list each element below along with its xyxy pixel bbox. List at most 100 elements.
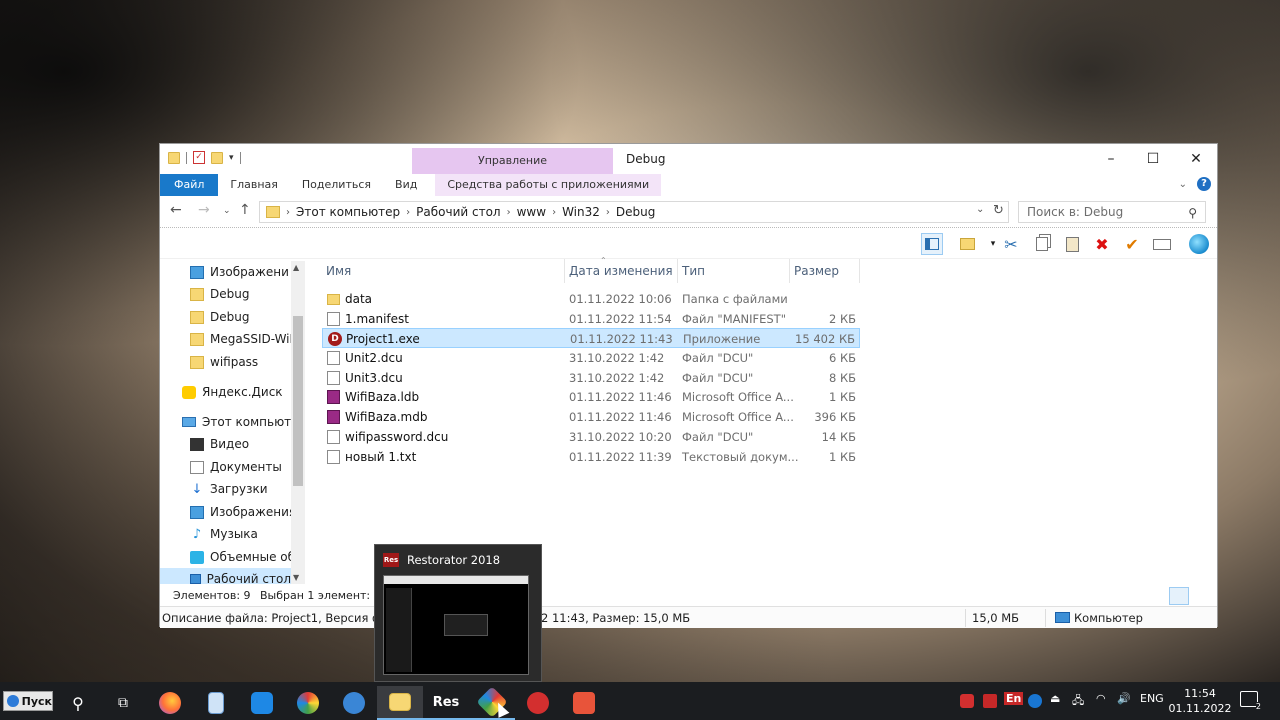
- breadcrumb-item[interactable]: Win32: [562, 205, 600, 219]
- sidebar-item-music[interactable]: ♪ Музыка: [190, 523, 258, 545]
- chevron-right-icon[interactable]: ›: [406, 207, 410, 218]
- tab-application-tools[interactable]: Средства работы с приложениями: [435, 174, 662, 196]
- table-row[interactable]: новый 1.txt 01.11.2022 11:39 Текстовый док…: [322, 447, 860, 467]
- customize-quick-access-icon[interactable]: ▾: [229, 153, 234, 163]
- network-app-icon[interactable]: [331, 686, 377, 720]
- wifi-icon[interactable]: ◠: [1096, 692, 1106, 705]
- rename-icon[interactable]: [1151, 233, 1173, 255]
- tray-app-icon[interactable]: [983, 694, 997, 708]
- help-icon[interactable]: ?: [1197, 177, 1211, 191]
- table-row[interactable]: Unit2.dcu 31.10.2022 1:42 Файл "DCU" 6 КБ: [322, 348, 860, 368]
- table-row[interactable]: data 01.11.2022 10:06 Папка с файлами: [322, 289, 860, 309]
- network-icon[interactable]: 🖧: [1072, 692, 1084, 711]
- search-input[interactable]: Поиск в: Debug ⚲: [1018, 201, 1206, 223]
- tray-app-icon[interactable]: [960, 694, 974, 708]
- recent-locations-icon[interactable]: ⌄: [223, 206, 231, 216]
- chevron-down-icon[interactable]: ⌄: [1179, 179, 1187, 190]
- delete-icon[interactable]: ✖: [1091, 233, 1113, 255]
- properties-icon[interactable]: ✓: [193, 151, 205, 164]
- chevron-right-icon[interactable]: ›: [507, 207, 511, 218]
- tab-share[interactable]: Поделиться: [290, 174, 383, 196]
- cut-icon[interactable]: ✂: [1000, 233, 1022, 255]
- sidebar-item-downloads[interactable]: ↓ Загрузки: [190, 478, 268, 500]
- tray-app-icon[interactable]: [1028, 694, 1042, 708]
- clock[interactable]: 11:54 01.11.2022: [1168, 686, 1232, 716]
- sidebar-item-documents[interactable]: Документы: [190, 456, 282, 478]
- sidebar-scrollbar[interactable]: ▲ ▼: [291, 261, 305, 584]
- sidebar-item-videos[interactable]: Видео: [190, 433, 249, 455]
- large-icons-view-icon[interactable]: [1193, 587, 1213, 605]
- new-folder-icon[interactable]: [211, 151, 223, 164]
- notification-icon[interactable]: 2: [1240, 691, 1261, 711]
- column-header-name[interactable]: Имя: [322, 259, 565, 283]
- details-view-icon[interactable]: [1169, 587, 1189, 605]
- column-header-type[interactable]: Тип: [678, 259, 790, 283]
- manage-context-tab-group[interactable]: Управление: [412, 148, 613, 174]
- up-arrow-icon[interactable]: ↑: [239, 202, 251, 218]
- volume-icon[interactable]: 🔊: [1117, 692, 1131, 705]
- scroll-up-icon[interactable]: ▲: [293, 263, 299, 272]
- column-header-date[interactable]: Дата изменения: [565, 259, 678, 283]
- copy-icon[interactable]: [1031, 233, 1053, 255]
- usb-icon[interactable]: ⏏: [1050, 692, 1060, 705]
- breadcrumb-item[interactable]: Этот компьютер: [296, 205, 400, 219]
- breadcrumb-item[interactable]: www: [517, 205, 546, 219]
- breadcrumb-item[interactable]: Debug: [616, 205, 655, 219]
- sidebar-item-desktop[interactable]: Рабочий стол: [160, 568, 291, 584]
- globe-icon[interactable]: [1188, 233, 1210, 255]
- scroll-down-icon[interactable]: ▼: [293, 573, 299, 582]
- maximize-button[interactable]: ☐: [1131, 144, 1175, 174]
- sidebar-item-3d-objects[interactable]: Объемные объ: [190, 546, 304, 568]
- table-row[interactable]: Unit3.dcu 31.10.2022 1:42 Файл "DCU" 8 КБ: [322, 368, 860, 388]
- sidebar-item-this-pc[interactable]: Этот компьютер: [182, 411, 305, 433]
- preview-pane-icon[interactable]: [921, 233, 943, 255]
- notepad-icon[interactable]: [193, 686, 239, 720]
- table-row[interactable]: WifiBaza.mdb 01.11.2022 11:46 Microsoft Of…: [322, 407, 860, 427]
- checkmark-icon[interactable]: ✔: [1121, 233, 1143, 255]
- sidebar-item-wifipass[interactable]: wifipass: [190, 351, 258, 373]
- tab-home[interactable]: Главная: [218, 174, 290, 196]
- tab-view[interactable]: Вид: [383, 174, 429, 196]
- address-history-icon[interactable]: ⌄: [976, 204, 984, 215]
- search-icon[interactable]: ⚲: [55, 686, 101, 720]
- table-row[interactable]: 1.manifest 01.11.2022 11:54 Файл "MANIFEST…: [322, 309, 860, 329]
- close-button[interactable]: ✕: [1174, 144, 1218, 174]
- sidebar-item-yandex-disk[interactable]: Яндекс.Диск: [182, 381, 283, 403]
- tab-file[interactable]: Файл: [160, 174, 219, 196]
- breadcrumb-item[interactable]: Рабочий стол: [416, 205, 500, 219]
- table-row[interactable]: D Project1.exe 01.11.2022 11:43 Приложение 1…: [322, 328, 860, 348]
- helmet-app-icon[interactable]: [515, 686, 561, 720]
- chevron-right-icon[interactable]: ›: [606, 207, 610, 218]
- properties-icon[interactable]: [956, 233, 978, 255]
- restorator-icon[interactable]: Res: [423, 686, 469, 720]
- sidebar-item-megassid[interactable]: MegaSSID-WiFi: [190, 328, 299, 350]
- sidebar-item-debug[interactable]: Debug: [190, 306, 249, 328]
- preview-thumbnail[interactable]: [383, 575, 529, 675]
- scrollbar-thumb[interactable]: [293, 316, 303, 486]
- paint-icon[interactable]: [285, 686, 331, 720]
- table-row[interactable]: wifipassword.dcu 31.10.2022 10:20 Файл "DC…: [322, 427, 860, 447]
- table-row[interactable]: WifiBaza.ldb 01.11.2022 11:46 Microsoft Of…: [322, 387, 860, 407]
- language-indicator[interactable]: ENG: [1140, 692, 1164, 705]
- address-bar[interactable]: › Этот компьютер › Рабочий стол › www › …: [259, 201, 1009, 223]
- paste-icon[interactable]: [1061, 233, 1083, 255]
- start-button[interactable]: Пуск: [3, 691, 53, 711]
- column-header-size[interactable]: Размер: [790, 259, 860, 283]
- firefox-icon[interactable]: [147, 686, 193, 720]
- sidebar-item-pictures[interactable]: Изображения: [190, 501, 296, 523]
- folder-icon[interactable]: [168, 151, 180, 164]
- forward-arrow-icon[interactable]: →: [198, 202, 210, 218]
- chevron-right-icon[interactable]: ›: [552, 207, 556, 218]
- taskbar-thumbnail-preview[interactable]: Res Restorator 2018: [374, 544, 542, 682]
- red-app-icon[interactable]: [561, 686, 607, 720]
- maps-icon[interactable]: [239, 686, 285, 720]
- search-icon[interactable]: ⚲: [1188, 203, 1197, 223]
- file-explorer-icon[interactable]: [377, 686, 423, 720]
- back-arrow-icon[interactable]: ←: [170, 202, 182, 218]
- task-view-icon[interactable]: ⧉: [100, 686, 146, 720]
- sidebar-item-images-pinned[interactable]: Изображени📌: [190, 261, 305, 283]
- sidebar-item-debug[interactable]: Debug: [190, 283, 249, 305]
- color-app-icon[interactable]: [469, 686, 515, 720]
- chevron-right-icon[interactable]: ›: [286, 207, 290, 218]
- refresh-icon[interactable]: ↻: [993, 203, 1004, 218]
